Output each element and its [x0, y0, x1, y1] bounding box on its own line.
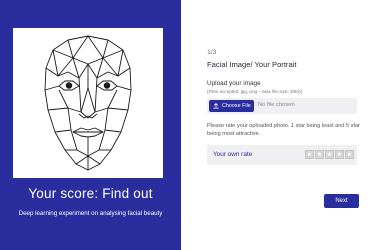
- star-2-icon[interactable]: ★: [315, 150, 324, 159]
- rating-box: Your own rate ★ ★ ★ ★ ★: [207, 145, 357, 165]
- step-indicator: 1/3: [207, 49, 217, 56]
- star-1-icon[interactable]: ★: [305, 150, 314, 159]
- no-file-text: No file chosen: [258, 102, 295, 108]
- file-input[interactable]: Choose File No file chosen: [207, 98, 357, 114]
- star-rating[interactable]: ★ ★ ★ ★ ★: [305, 150, 354, 159]
- form-heading: Facial Image/ Your Portrait: [207, 60, 297, 69]
- choose-file-button[interactable]: Choose File: [209, 100, 254, 112]
- star-4-icon[interactable]: ★: [335, 150, 344, 159]
- left-panel: Your score: Find out Deep learning exper…: [0, 0, 181, 250]
- score-title: Your score: Find out: [28, 186, 153, 201]
- next-button[interactable]: Next: [324, 194, 359, 208]
- star-5-icon[interactable]: ★: [345, 150, 354, 159]
- upload-label: Upload your image: [207, 80, 261, 87]
- choose-file-label: Choose File: [222, 103, 251, 109]
- form-panel: 1/3 Facial Image/ Your Portrait Upload y…: [181, 0, 370, 250]
- portrait-image: [13, 28, 163, 178]
- star-3-icon[interactable]: ★: [325, 150, 334, 159]
- rating-instructions: Please rate your uploaded photo. 1 star …: [207, 123, 360, 137]
- score-subtitle: Deep learning experiment on analysing fa…: [18, 210, 163, 217]
- rate-label: Your own rate: [213, 151, 253, 158]
- upload-hint: (Files accepted: jpg, png – Max file siz…: [207, 89, 303, 94]
- geometric-face-icon: [44, 35, 132, 171]
- upload-icon: [213, 103, 219, 109]
